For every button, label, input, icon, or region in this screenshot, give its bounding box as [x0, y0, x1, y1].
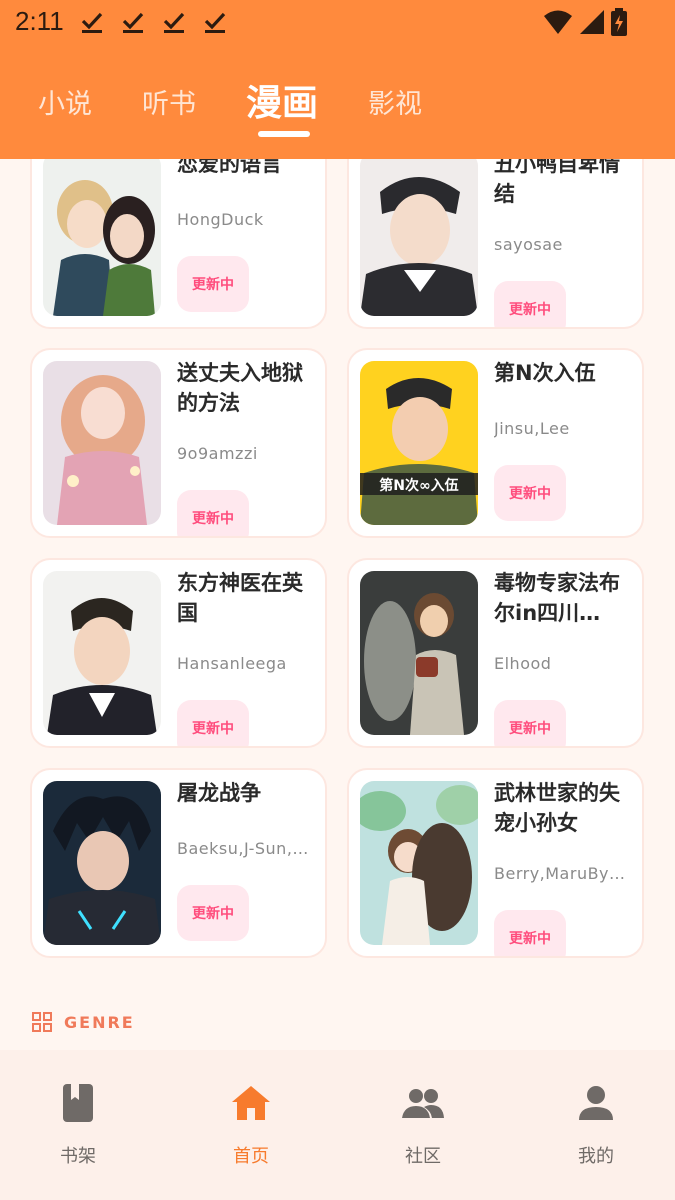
comic-title: 东方神医在英国	[177, 571, 303, 625]
tab-comics[interactable]: 漫画	[246, 74, 318, 126]
nav-label: 首页	[233, 1146, 269, 1167]
download-done-icon	[122, 12, 144, 33]
comic-card[interactable]: 武林世家的失宠小孙女 Berry,MaruBye… 更新中	[347, 768, 644, 958]
wifi-icon	[544, 10, 572, 34]
comic-card[interactable]: 第N次∞入伍 第N次入伍 Jinsu,Lee 更新中	[347, 348, 644, 538]
status-badge: 更新中	[177, 700, 249, 746]
svg-text:第N次∞入伍: 第N次∞入伍	[379, 477, 458, 494]
nav-bookshelf[interactable]: 书架	[18, 1080, 138, 1180]
comic-title: 丑小鸭自卑情结	[494, 159, 620, 206]
nav-label: 我的	[578, 1146, 614, 1167]
download-done-icon	[163, 12, 185, 33]
tab-film-tv[interactable]: 影视	[368, 82, 422, 121]
nav-label: 书架	[60, 1146, 96, 1167]
home-icon	[232, 1086, 270, 1120]
genre-section-header: GENRE	[32, 1012, 135, 1032]
signal-icon	[580, 10, 604, 34]
battery-charging-icon	[611, 8, 627, 36]
comic-card[interactable]: 送丈夫入地狱的方法 9o9amzzi 更新中	[30, 348, 327, 538]
status-badge: 更新中	[177, 885, 249, 941]
status-icons	[543, 8, 627, 36]
tab-audiobook[interactable]: 听书	[142, 82, 196, 121]
nav-profile[interactable]: 我的	[536, 1080, 656, 1180]
status-badge: 更新中	[177, 490, 249, 536]
bottom-navigation: 书架 首页 社区 我的	[0, 1050, 675, 1200]
comic-author: sayosae	[494, 235, 563, 254]
comic-cover	[43, 781, 161, 945]
comic-cover	[43, 159, 161, 316]
download-done-icon	[204, 12, 226, 33]
genre-label: GENRE	[64, 1012, 135, 1032]
status-badge: 更新中	[494, 465, 566, 521]
person-icon	[579, 1086, 613, 1120]
comic-cover	[360, 571, 478, 735]
comic-card[interactable]: 丑小鸭自卑情结 sayosae 更新中	[347, 159, 644, 329]
status-badge: 更新中	[494, 700, 566, 746]
tab-novel[interactable]: 小说	[38, 82, 92, 121]
comic-card[interactable]: 东方神医在英国 Hansanleega 更新中	[30, 558, 327, 748]
comic-author: Baeksu,J-Sun,…	[177, 839, 309, 858]
comic-title: 毒物专家法布尔in四川…	[494, 571, 620, 625]
comic-cover: 第N次∞入伍	[360, 361, 478, 525]
comic-author: Hansanleega	[177, 654, 287, 673]
comic-author: Elhood	[494, 654, 552, 673]
comic-title: 武林世家的失宠小孙女	[494, 781, 620, 835]
comic-grid: 恋爱的语言 HongDuck 更新中 丑小鸭自卑情结 sayosae 更新中 送…	[0, 159, 675, 1050]
nav-community[interactable]: 社区	[363, 1080, 483, 1180]
comic-cover	[360, 159, 478, 316]
comic-author: Berry,MaruBye…	[494, 864, 634, 883]
comic-title: 屠龙战争	[177, 781, 261, 805]
status-badge: 更新中	[177, 256, 249, 312]
comic-card[interactable]: 恋爱的语言 HongDuck 更新中	[30, 159, 327, 329]
nav-home[interactable]: 首页	[191, 1080, 311, 1180]
status-time: 2:11	[15, 6, 64, 36]
comic-cover	[43, 571, 161, 735]
comic-title: 恋爱的语言	[177, 159, 282, 176]
comic-author: 9o9amzzi	[177, 444, 258, 463]
grid-icon	[32, 1012, 52, 1032]
active-tab-indicator	[258, 131, 310, 137]
category-tabs: 小说 听书 漫画 影视	[0, 70, 675, 140]
comic-title: 第N次入伍	[494, 361, 596, 385]
comic-card[interactable]: 屠龙战争 Baeksu,J-Sun,… 更新中	[30, 768, 327, 958]
status-bar: 2:11	[0, 0, 675, 46]
comic-title: 送丈夫入地狱的方法	[177, 361, 303, 415]
comic-author: HongDuck	[177, 210, 264, 229]
download-done-icon	[81, 12, 103, 33]
comic-author: Jinsu,Lee	[494, 419, 570, 438]
people-icon	[402, 1089, 444, 1118]
nav-label: 社区	[405, 1146, 441, 1167]
comic-cover	[360, 781, 478, 945]
status-badge: 更新中	[494, 910, 566, 956]
comic-cover	[43, 361, 161, 525]
comic-card[interactable]: 毒物专家法布尔in四川… Elhood 更新中	[347, 558, 644, 748]
book-icon	[63, 1084, 93, 1122]
status-badge: 更新中	[494, 281, 566, 327]
app-header: 2:11 小说 听书 漫画 影视	[0, 0, 675, 159]
